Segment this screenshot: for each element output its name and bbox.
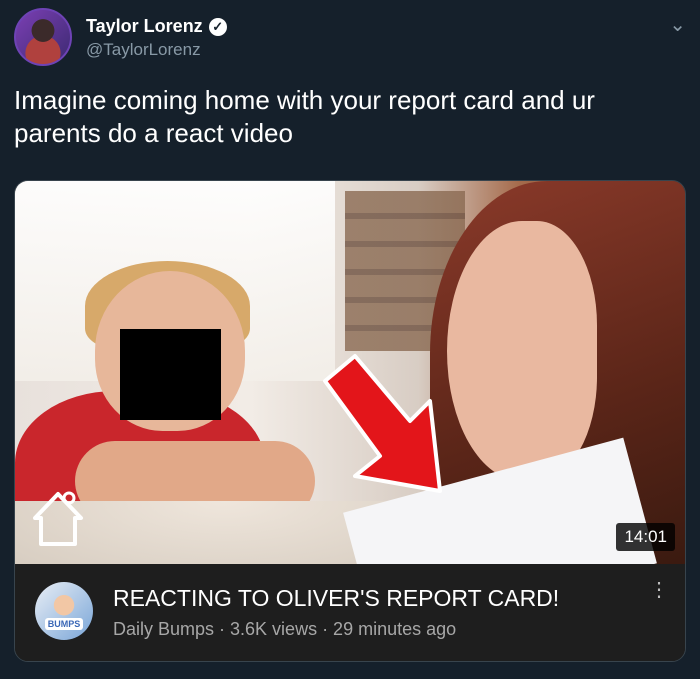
woman-face	[447, 221, 597, 481]
author-avatar[interactable]	[14, 8, 72, 66]
video-info: BUMPS REACTING TO OLIVER'S REPORT CARD! …	[15, 564, 685, 661]
censor-bar	[120, 329, 221, 420]
tweet-text: Imagine coming home with your report car…	[14, 85, 595, 148]
verified-badge-icon: ✓	[208, 17, 227, 36]
author-handle[interactable]: @TaylorLorenz	[86, 40, 201, 60]
video-title[interactable]: REACTING TO OLIVER'S REPORT CARD!	[113, 585, 559, 612]
channel-avatar[interactable]: BUMPS	[35, 582, 93, 640]
author-name-row: Taylor Lorenz ✓	[86, 16, 227, 37]
red-arrow-icon	[323, 354, 442, 493]
video-meta: Daily Bumps · 3.6K views · 29 minutes ag…	[113, 619, 457, 639]
video-thumbnail[interactable]: 14:01	[15, 181, 685, 564]
tweet-header: Taylor Lorenz ✓ @TaylorLorenz ⌄	[14, 8, 690, 68]
video-duration: 14:01	[616, 523, 675, 551]
house-logo-icon	[33, 491, 83, 546]
more-options-icon[interactable]: ⋮	[649, 580, 669, 600]
channel-avatar-label: BUMPS	[44, 618, 84, 630]
chevron-down-icon[interactable]: ⌄	[669, 12, 686, 37]
video-card[interactable]: 14:01 BUMPS REACTING TO OLIVER'S REPORT …	[14, 180, 686, 662]
author-name[interactable]: Taylor Lorenz	[86, 16, 203, 37]
